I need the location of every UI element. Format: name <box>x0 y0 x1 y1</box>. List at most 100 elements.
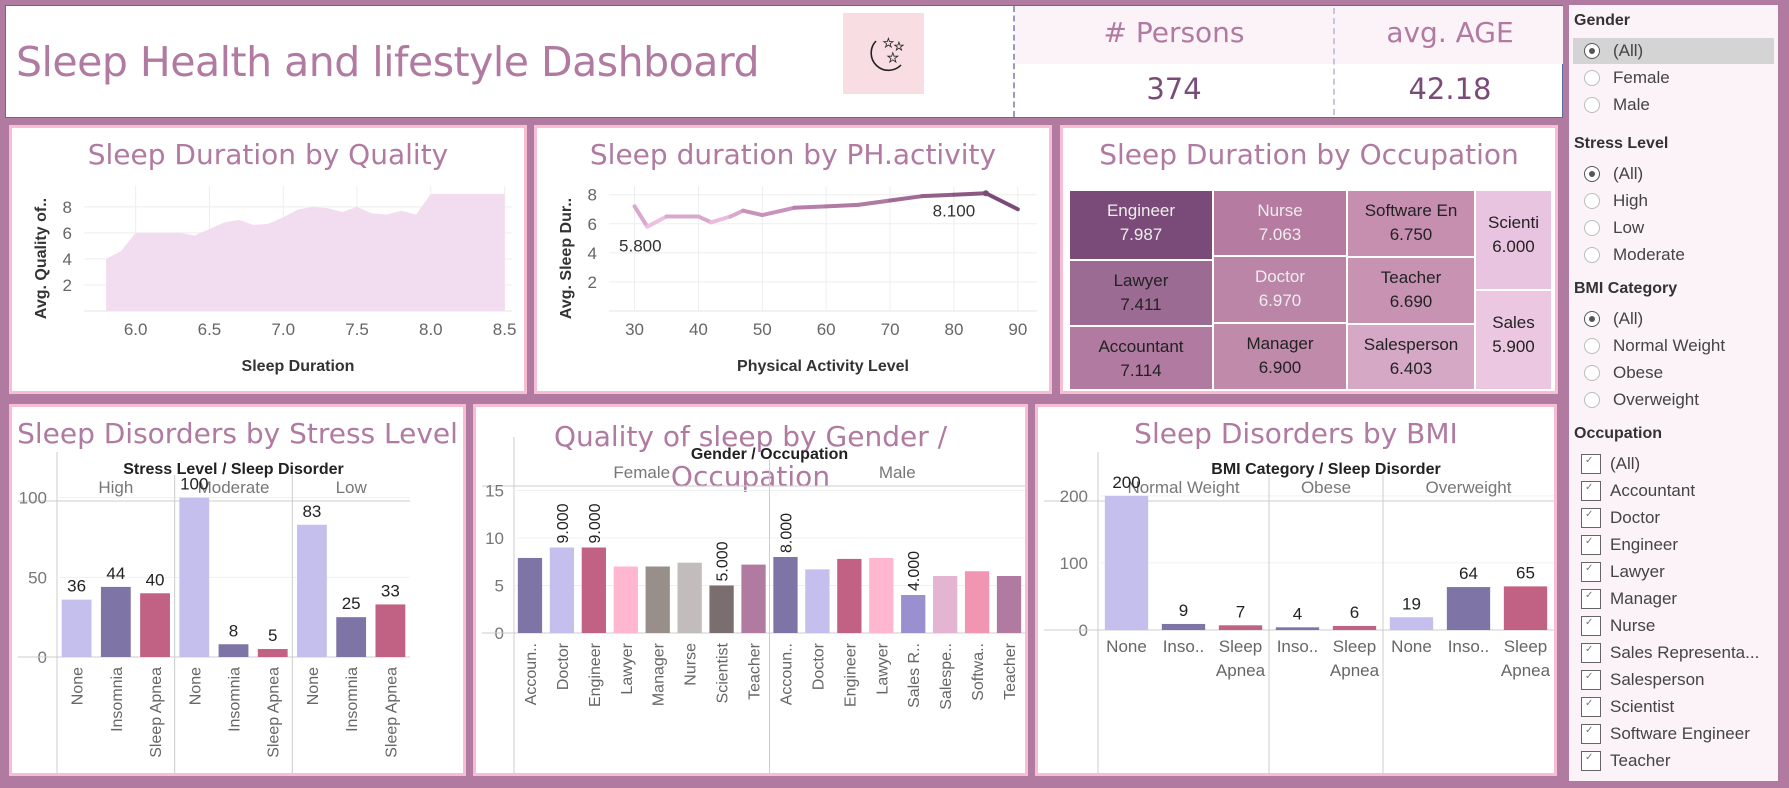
data-label: 19 <box>1402 594 1421 613</box>
radio-button[interactable] <box>1584 365 1600 381</box>
gender-occupation-bar-chart[interactable]: Gender / Occupation051015FemaleAccoun..9… <box>476 407 1025 773</box>
tile-value: 7.411 <box>1120 295 1162 314</box>
data-point <box>982 190 989 197</box>
x-tick-label: 30 <box>625 320 644 339</box>
filter-gender-option[interactable]: Female <box>1573 65 1774 91</box>
treemap-tile[interactable]: Teacher 6.690 <box>1347 257 1475 324</box>
bar <box>996 576 1022 633</box>
data-label: 4 <box>1293 604 1302 623</box>
data-label: 64 <box>1459 564 1478 583</box>
x-tick-label: Sleep Apnea <box>148 667 165 758</box>
treemap-tile[interactable]: Engineer 7.987 <box>1069 190 1213 260</box>
y-tick-label: 50 <box>28 568 47 587</box>
checkbox[interactable]: ✓ <box>1581 481 1601 501</box>
radio-button[interactable] <box>1584 43 1600 59</box>
filter-occupation-option[interactable]: ✓ Lawyer <box>1573 559 1774 585</box>
data-label: 36 <box>67 577 86 596</box>
checkbox[interactable]: ✓ <box>1581 535 1601 555</box>
filter-occupation-option[interactable]: ✓ Nurse <box>1573 613 1774 639</box>
filter-stress-option[interactable]: (All) <box>1573 161 1774 187</box>
filter-stress-option[interactable]: Low <box>1573 215 1774 241</box>
tile-value: 6.000 <box>1492 237 1535 256</box>
treemap-tile[interactable]: Accountant 7.114 <box>1069 326 1213 390</box>
checkbox[interactable]: ✓ <box>1581 643 1601 663</box>
filter-occupation-option[interactable]: ✓ Doctor <box>1573 505 1774 531</box>
filter-bmi-option[interactable]: Obese <box>1573 360 1774 386</box>
checkbox[interactable]: ✓ <box>1581 616 1601 636</box>
filter-gender-option[interactable]: (All) <box>1573 38 1774 64</box>
group-label: Overweight <box>1426 478 1512 497</box>
treemap-tile[interactable]: Manager 6.900 <box>1213 323 1347 390</box>
checkbox[interactable]: ✓ <box>1581 454 1601 474</box>
filter-gender-option[interactable]: Male <box>1573 92 1774 118</box>
svg-text:★: ★ <box>883 36 894 50</box>
x-tick-label: Insomnia <box>227 667 244 732</box>
radio-button[interactable] <box>1584 247 1600 263</box>
moon-stars-icon: ★ ★ ★ <box>843 13 924 94</box>
checkbox[interactable]: ✓ <box>1581 508 1601 528</box>
x-tick-label: Lawyer <box>874 642 891 694</box>
bmi-bar-chart[interactable]: BMI Category / Sleep Disorder0100200 Norm… <box>1038 407 1554 773</box>
data-label: 9.000 <box>587 503 604 543</box>
radio-button[interactable] <box>1584 311 1600 327</box>
bar <box>837 558 862 633</box>
x-tick-label: Sleep <box>1219 637 1262 656</box>
radio-button[interactable] <box>1584 166 1600 182</box>
filter-option-label: Engineer <box>1610 535 1679 554</box>
radio-button[interactable] <box>1584 193 1600 209</box>
treemap-tile[interactable]: Nurse 7.063 <box>1213 190 1347 256</box>
radio-button[interactable] <box>1584 392 1600 408</box>
treemap-tile[interactable]: Salesperson 6.403 <box>1347 324 1475 390</box>
x-tick-label: None <box>70 667 87 705</box>
radio-button[interactable] <box>1584 70 1600 86</box>
bar <box>336 617 367 657</box>
checkbox[interactable]: ✓ <box>1581 562 1601 582</box>
line-segment <box>645 214 669 229</box>
bar <box>773 557 798 633</box>
filter-occupation-option[interactable]: ✓ Manager <box>1573 586 1774 612</box>
line-chart[interactable]: 2 4 6 8 30 40 50 60 70 80 90 Physical Activity Leve… <box>537 128 1049 391</box>
x-tick-label: Apnea <box>1330 661 1380 680</box>
treemap-tile[interactable]: Lawyer 7.411 <box>1069 260 1213 326</box>
filter-occupation-option[interactable]: ✓ Engineer <box>1573 532 1774 558</box>
filter-bmi-option[interactable]: Normal Weight <box>1573 333 1774 359</box>
area-chart[interactable]: 2 4 6 8 6.0 6.5 7.0 7.5 8.0 8.5 Sleep Duration Avg.… <box>12 128 524 391</box>
bar <box>869 557 894 633</box>
tile-label: Accountant <box>1098 337 1184 356</box>
filter-option-label: Teacher <box>1610 751 1671 770</box>
treemap-tile[interactable]: Sales 5.900 <box>1475 290 1552 390</box>
filter-occupation-option[interactable]: ✓ Software Engineer <box>1573 721 1774 747</box>
filter-occupation-option[interactable]: ✓ Salesperson <box>1573 667 1774 693</box>
y-tick-label: 100 <box>19 489 47 508</box>
filter-occupation-option[interactable]: ✓ Teacher <box>1573 748 1774 774</box>
panel-stress: Sleep Disorders by Stress Level Stress L… <box>9 404 466 776</box>
checkbox[interactable]: ✓ <box>1581 751 1601 771</box>
y-tick-label: 100 <box>1060 554 1088 573</box>
radio-button[interactable] <box>1584 220 1600 236</box>
data-label: 25 <box>342 594 361 613</box>
checkbox[interactable]: ✓ <box>1581 589 1601 609</box>
radio-button[interactable] <box>1584 97 1600 113</box>
filter-occupation-option[interactable]: ✓ Scientist <box>1573 694 1774 720</box>
tile-label: Doctor <box>1254 267 1306 286</box>
stress-bar-chart[interactable]: Stress Level / Sleep Disorder050100High3… <box>12 407 463 773</box>
checkbox[interactable]: ✓ <box>1581 670 1601 690</box>
treemap-tile[interactable]: Software En 6.750 <box>1347 190 1475 257</box>
tile-label: Nurse <box>1257 201 1303 220</box>
filter-stress-option[interactable]: High <box>1573 188 1774 214</box>
filter-stress-option[interactable]: Moderate <box>1573 242 1774 268</box>
filter-occupation-option[interactable]: ✓ (All) <box>1573 451 1774 477</box>
treemap-tile[interactable]: Scienti 6.000 <box>1475 190 1552 290</box>
tile-value: 5.900 <box>1492 337 1535 356</box>
radio-button[interactable] <box>1584 338 1600 354</box>
panel-sleep-quality: Sleep Duration by Quality 2 4 6 8 6.0 6.5 7.0 7… <box>9 125 527 394</box>
filter-occupation-option[interactable]: ✓ Accountant <box>1573 478 1774 504</box>
checkbox[interactable]: ✓ <box>1581 697 1601 717</box>
bar <box>1161 623 1206 630</box>
filter-bmi-option[interactable]: Overweight <box>1573 387 1774 413</box>
checkbox[interactable]: ✓ <box>1581 724 1601 744</box>
treemap-tile[interactable]: Doctor 6.970 <box>1213 256 1347 323</box>
bar <box>549 547 575 633</box>
filter-bmi-option[interactable]: (All) <box>1573 306 1774 332</box>
filter-occupation-option[interactable]: ✓ Sales Representa... <box>1573 640 1774 666</box>
